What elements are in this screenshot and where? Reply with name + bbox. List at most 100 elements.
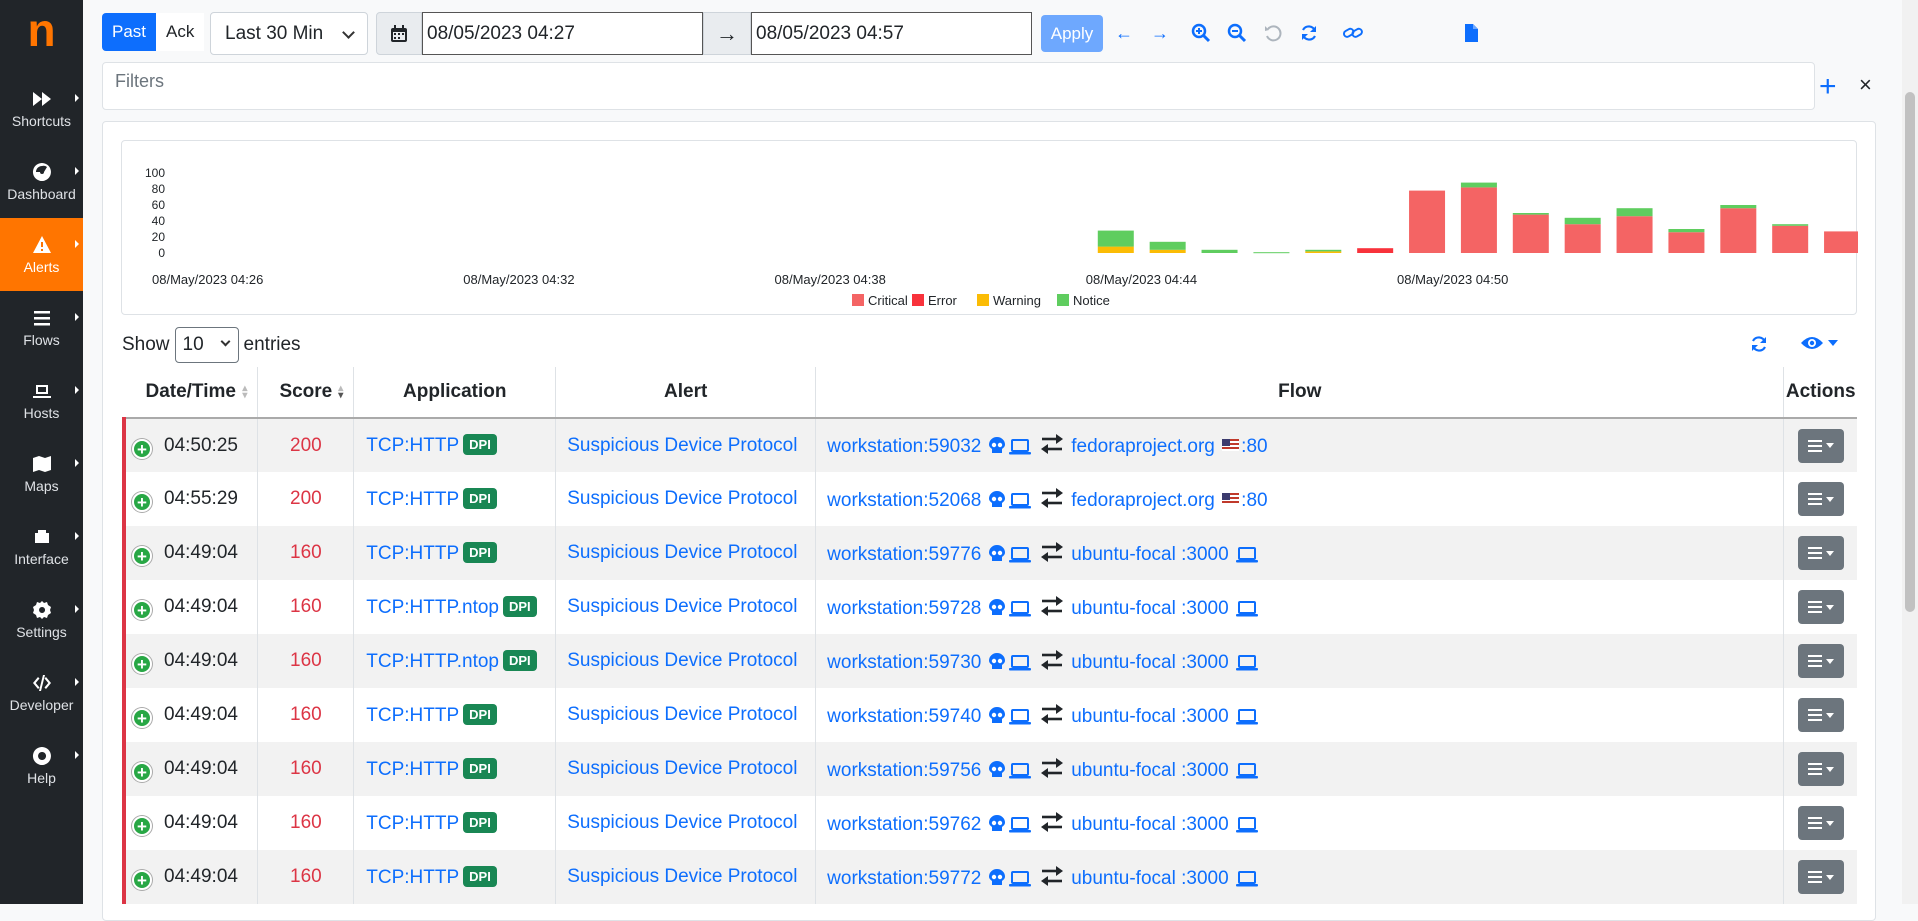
file-icon[interactable]	[1460, 22, 1482, 44]
bar-warning-04:48[interactable]	[1305, 251, 1342, 253]
sidebar-item-help[interactable]: Help	[0, 729, 83, 802]
bar-notice-04:46[interactable]	[1201, 249, 1238, 253]
expand-row-icon[interactable]: +	[132, 654, 152, 674]
client-port-link[interactable]: :59776	[923, 544, 981, 565]
server-port-link[interactable]: :80	[1241, 490, 1267, 511]
application-link[interactable]: TCP:HTTP	[366, 435, 459, 456]
bar-notice-04:47[interactable]	[1253, 252, 1290, 254]
client-host-link[interactable]: workstation	[827, 490, 923, 511]
server-port-link[interactable]: :80	[1241, 436, 1267, 457]
page-scrollbar[interactable]	[1902, 0, 1918, 904]
server-host-link[interactable]: fedoraproject.org	[1071, 490, 1215, 511]
bar-warning-04:44[interactable]	[1097, 246, 1134, 253]
client-port-link[interactable]: :59032	[923, 436, 981, 457]
actions-dropdown-button[interactable]	[1797, 536, 1844, 570]
alert-link[interactable]: Suspicious Device Protocol	[567, 650, 797, 671]
legend-label-critical[interactable]: Critical	[868, 293, 908, 308]
server-host-link[interactable]: ubuntu-focal	[1071, 868, 1176, 889]
start-date-input[interactable]: 08/05/2023 04:27	[422, 12, 703, 55]
application-link[interactable]: TCP:HTTP	[366, 543, 459, 564]
actions-dropdown-button[interactable]	[1797, 644, 1844, 678]
legend-swatch-warning[interactable]	[977, 294, 989, 306]
bar-critical-04:58[interactable]	[1824, 231, 1861, 253]
sidebar-item-hosts[interactable]: Hosts	[0, 364, 83, 437]
expand-row-icon[interactable]: +	[132, 762, 152, 782]
application-link[interactable]: TCP:HTTP	[366, 813, 459, 834]
bar-notice-04:51[interactable]	[1460, 182, 1497, 188]
client-host-link[interactable]: workstation	[827, 706, 923, 727]
client-port-link[interactable]: :59730	[923, 652, 981, 673]
bar-notice-04:48[interactable]	[1305, 249, 1342, 252]
bar-warning-04:45[interactable]	[1149, 249, 1186, 253]
client-host-link[interactable]: workstation	[827, 868, 923, 889]
end-date-input[interactable]: 08/05/2023 04:57	[751, 12, 1032, 55]
ack-button[interactable]: Ack	[156, 13, 205, 51]
client-port-link[interactable]: :59762	[923, 814, 981, 835]
bar-notice-04:56[interactable]	[1720, 205, 1757, 209]
server-port-link[interactable]: :3000	[1181, 706, 1229, 727]
filters-input[interactable]: Filters	[102, 62, 1815, 110]
server-port-link[interactable]: :3000	[1181, 652, 1229, 673]
actions-dropdown-button[interactable]	[1797, 590, 1844, 624]
zoom-out-icon[interactable]	[1226, 22, 1248, 44]
time-range-select[interactable]: Last 30 Min	[210, 12, 368, 55]
client-port-link[interactable]: :59728	[923, 598, 981, 619]
column-header-flow[interactable]: Flow	[815, 367, 1785, 419]
apply-button[interactable]: Apply	[1041, 15, 1103, 52]
expand-row-icon[interactable]: +	[132, 546, 152, 566]
sidebar-item-shortcuts[interactable]: Shortcuts	[0, 72, 83, 145]
legend-swatch-critical[interactable]	[852, 294, 864, 306]
zoom-in-icon[interactable]	[1190, 22, 1212, 44]
application-link[interactable]: TCP:HTTP.ntop	[366, 651, 499, 672]
column-header-actions[interactable]: Actions	[1783, 367, 1857, 419]
column-header-alert[interactable]: Alert	[555, 367, 817, 419]
actions-dropdown-button[interactable]	[1797, 752, 1844, 786]
arrow-right-step-icon[interactable]: →	[1149, 22, 1171, 44]
arrow-left-icon[interactable]: ←	[1113, 22, 1135, 44]
column-header-date-time[interactable]: Date/Time ▴ ▾	[124, 367, 259, 419]
expand-row-icon[interactable]: +	[132, 708, 152, 728]
server-host-link[interactable]: ubuntu-focal	[1071, 760, 1176, 781]
bar-notice-04:45[interactable]	[1149, 241, 1186, 250]
refresh-icon[interactable]	[1298, 22, 1320, 44]
actions-dropdown-button[interactable]	[1797, 806, 1844, 840]
actions-dropdown-button[interactable]	[1797, 860, 1844, 894]
bar-notice-04:55[interactable]	[1668, 229, 1705, 233]
entries-select[interactable]: 10	[174, 327, 239, 363]
bar-notice-04:44[interactable]	[1097, 230, 1134, 247]
client-host-link[interactable]: workstation	[827, 814, 923, 835]
link-icon[interactable]	[1339, 22, 1367, 44]
bar-notice-04:54[interactable]	[1616, 208, 1653, 217]
sidebar-item-maps[interactable]: Maps	[0, 437, 83, 510]
bar-critical-04:51[interactable]	[1460, 187, 1497, 253]
application-link[interactable]: TCP:HTTP	[366, 759, 459, 780]
server-host-link[interactable]: ubuntu-focal	[1071, 544, 1176, 565]
bar-critical-04:52[interactable]	[1512, 214, 1549, 253]
column-header-score[interactable]: Score ▴ ▾	[257, 367, 355, 419]
column-header-application[interactable]: Application	[353, 367, 557, 419]
application-link[interactable]: TCP:HTTP	[366, 867, 459, 888]
sidebar-item-alerts[interactable]: Alerts	[0, 218, 83, 291]
client-host-link[interactable]: workstation	[827, 652, 923, 673]
actions-dropdown-button[interactable]	[1797, 428, 1844, 463]
client-host-link[interactable]: workstation	[827, 436, 923, 457]
client-port-link[interactable]: :59772	[923, 868, 981, 889]
alert-link[interactable]: Suspicious Device Protocol	[567, 758, 797, 779]
alert-link[interactable]: Suspicious Device Protocol	[567, 812, 797, 833]
calendar-icon[interactable]	[376, 12, 422, 55]
application-link[interactable]: TCP:HTTP.ntop	[366, 597, 499, 618]
application-link[interactable]: TCP:HTTP	[366, 705, 459, 726]
undo-icon[interactable]	[1262, 22, 1284, 44]
legend-label-warning[interactable]: Warning	[993, 293, 1041, 308]
alert-link[interactable]: Suspicious Device Protocol	[567, 866, 797, 887]
server-port-link[interactable]: :3000	[1181, 760, 1229, 781]
alert-link[interactable]: Suspicious Device Protocol	[567, 542, 797, 563]
server-host-link[interactable]: ubuntu-focal	[1071, 706, 1176, 727]
scrollbar-thumb[interactable]	[1905, 92, 1915, 612]
server-host-link[interactable]: ubuntu-focal	[1071, 652, 1176, 673]
sidebar-item-dashboard[interactable]: Dashboard	[0, 145, 83, 218]
expand-row-icon[interactable]: +	[132, 492, 152, 512]
bar-notice-04:53[interactable]	[1564, 217, 1601, 225]
server-port-link[interactable]: :3000	[1181, 598, 1229, 619]
client-host-link[interactable]: workstation	[827, 760, 923, 781]
